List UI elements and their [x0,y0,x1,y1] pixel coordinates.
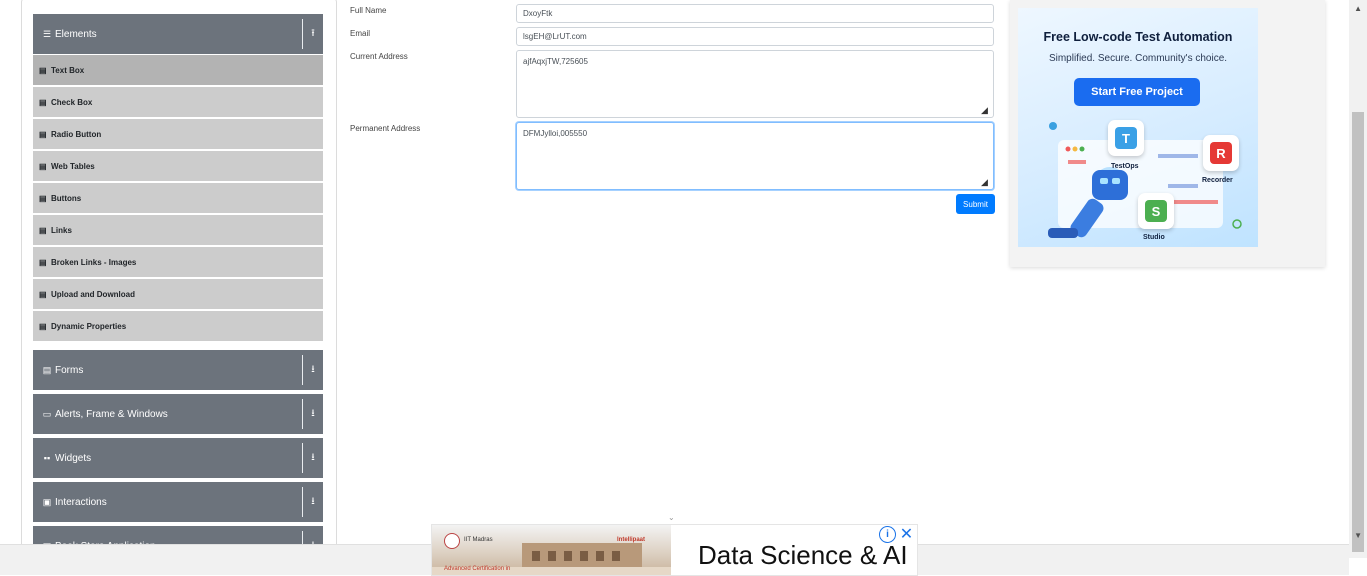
sidebar-item-label: Links [51,225,72,235]
collapse-up-icon[interactable]: ⭱ [303,26,323,43]
close-icon[interactable]: ✕ [899,526,914,543]
list-icon: ▤ [39,289,47,299]
scrollbar-thumb[interactable] [1352,112,1364,552]
sidebar-item-dynamic-properties[interactable]: ▤ Dynamic Properties [33,311,323,341]
full-name-label: Full Name [350,6,387,15]
list-icon: ▤ [39,257,47,267]
sidebar-group-label: Interactions [55,496,107,508]
list-icon: ▤ [39,161,47,171]
sidebar-group-widgets[interactable]: ▪▪ Widgets ⭳ [33,438,323,478]
sidebar-item-links[interactable]: ▤ Links [33,215,323,245]
expand-down-icon[interactable]: ⭳ [303,406,323,423]
sidebar-item-radio-button[interactable]: ▤ Radio Button [33,119,323,149]
grid-icon: ▪▪ [43,453,51,463]
testops-tile: T [1108,120,1144,156]
current-address-value: ajfAqxjTW,725605 [523,57,588,66]
sidebar-item-label: Dynamic Properties [51,321,127,331]
banner-headline: Data Science & AI [698,540,908,570]
expand-down-icon[interactable]: ⭳ [303,362,323,379]
sidebar-item-broken-links[interactable]: ▤ Broken Links - Images [33,247,323,277]
list-icon: ▤ [39,65,47,75]
scroll-down-arrow-icon[interactable]: ▼ [1354,531,1362,540]
sidebar-item-check-box[interactable]: ▤ Check Box [33,87,323,117]
hamburger-icon: ☰ [42,28,52,39]
list-icon: ▤ [39,97,47,107]
studio-logo-icon: S [1145,200,1167,222]
recorder-logo-icon: R [1210,142,1232,164]
expand-down-icon[interactable]: ⭳ [303,494,323,511]
email-label: Email [350,29,371,38]
list-icon: ▤ [39,225,47,235]
studio-tile: S [1138,193,1174,229]
permanent-address-value: DFMJylloi,005550 [523,129,588,138]
sidebar-item-label: Text Box [51,65,85,75]
sidebar-item-label: Radio Button [51,129,102,139]
permanent-address-textarea[interactable]: DFMJylloi,005550 ◢ [516,122,994,190]
current-address-label: Current Address [350,52,408,61]
sidebar-group-label: Alerts, Frame & Windows [55,408,168,420]
resize-grip-icon[interactable]: ◢ [981,105,991,115]
current-address-textarea[interactable]: ajfAqxjTW,725605 ◢ [516,50,994,118]
sidebar-item-label: Broken Links - Images [51,257,137,267]
list-icon: ▤ [39,129,47,139]
sidebar-group-label: Elements [55,28,97,40]
vertical-scrollbar[interactable]: ▲ ▼ [1349,0,1367,558]
recorder-tile: R [1203,135,1239,171]
sidebar-item-label: Web Tables [51,161,95,171]
list-icon: ▤ [39,193,47,203]
sidebar-item-label: Check Box [51,97,93,107]
info-icon[interactable]: i [879,526,896,543]
sidebar-item-buttons[interactable]: ▤ Buttons [33,183,323,213]
sidebar-item-web-tables[interactable]: ▤ Web Tables [33,151,323,181]
sidebar-item-label: Upload and Download [51,289,135,299]
list-icon: ▤ [39,321,47,331]
testops-logo-icon: T [1115,127,1137,149]
testops-label: TestOps [1111,163,1139,170]
sidebar-item-upload-download[interactable]: ▤ Upload and Download [33,279,323,309]
window-icon: ▭ [42,408,52,419]
bottom-ad-banner[interactable]: IIT Madras Intellipaat Advanced Certific… [431,524,918,576]
banner-caption: Advanced Certification in [444,566,511,572]
ad-container: Free Low-code Test Automation Simplified… [1010,0,1325,267]
banner-partner: Intellipaat [617,537,646,543]
sidebar-group-label: Forms [55,364,84,376]
iit-logo-icon [444,533,460,549]
sidebar-group-label: Widgets [55,452,92,464]
scroll-up-arrow-icon[interactable]: ▲ [1354,4,1362,13]
email-input[interactable]: lsgEH@LrUT.com [516,27,994,46]
sidebar-group-alerts[interactable]: ▭ Alerts, Frame & Windows ⭳ [33,394,323,434]
full-name-input[interactable]: DxoyFtk [516,4,994,23]
sidebar-group-elements[interactable]: ☰ Elements ⭱ [33,14,323,54]
studio-label: Studio [1143,234,1165,241]
sidebar: ☰ Elements ⭱ ▤ Text Box ▤ Check Box ▤ Ra… [21,0,337,560]
chevron-down-icon[interactable]: ⌄ [668,513,675,522]
interactions-icon: ▣ [42,496,52,507]
sidebar-item-text-box[interactable]: ▤ Text Box [33,55,323,85]
recorder-label: Recorder [1202,177,1233,184]
sidebar-group-forms[interactable]: ▤ Forms ⭳ [33,350,323,390]
ad-banner[interactable]: Free Low-code Test Automation Simplified… [1018,8,1258,247]
banner-org: IIT Madras [464,537,493,543]
resize-grip-icon[interactable]: ◢ [981,177,991,187]
permanent-address-label: Permanent Address [350,124,421,133]
banner-image: IIT Madras Intellipaat Advanced Certific… [432,525,671,575]
form-icon: ▤ [42,364,52,375]
sidebar-group-interactions[interactable]: ▣ Interactions ⭳ [33,482,323,522]
expand-down-icon[interactable]: ⭳ [303,450,323,467]
sidebar-item-label: Buttons [51,193,82,203]
submit-button[interactable]: Submit [956,194,995,214]
